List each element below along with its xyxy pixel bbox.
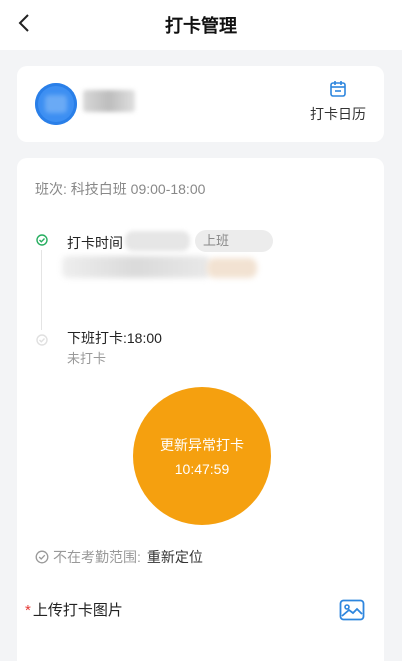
check-circle-icon — [36, 234, 48, 246]
checkin-status-redacted — [207, 258, 257, 278]
check-circle-icon — [35, 550, 49, 564]
upload-label: 上传打卡图片 — [32, 602, 123, 619]
checkin-tag: 上班 — [195, 230, 273, 252]
calendar-icon — [330, 81, 346, 97]
checkin-location-redacted — [62, 256, 210, 278]
checkout-title: 下班打卡:18:00 — [67, 330, 162, 346]
calendar-button[interactable]: 打卡日历 — [306, 80, 370, 126]
checkout-status: 未打卡 — [67, 351, 107, 366]
image-upload-icon[interactable] — [339, 599, 365, 621]
profile-card: 打卡日历 — [17, 66, 384, 142]
punch-button-label: 更新异常打卡 — [160, 437, 244, 453]
checkin-label: 打卡时间 — [67, 235, 123, 251]
attendance-card: 班次: 科技白班 09:00-18:00 打卡时间 上班 下班打卡:18:00 … — [17, 158, 384, 661]
user-name-redacted — [83, 90, 135, 112]
shift-info: 班次: 科技白班 09:00-18:00 — [35, 181, 206, 197]
calendar-label: 打卡日历 — [310, 106, 366, 122]
page-title: 打卡管理 — [165, 16, 237, 36]
punch-button-time: 10:47:59 — [174, 461, 230, 477]
checkin-time-redacted — [125, 231, 190, 251]
required-mark: * — [25, 602, 31, 619]
back-button[interactable] — [10, 9, 38, 37]
pending-circle-icon — [36, 334, 48, 346]
back-icon — [18, 14, 29, 32]
punch-button[interactable]: 更新异常打卡 10:47:59 — [133, 387, 271, 525]
avatar — [35, 83, 77, 125]
top-bar: 打卡管理 — [0, 0, 402, 50]
relocate-link[interactable]: 重新定位 — [147, 547, 203, 567]
location-row: 不在考勤范围: 重新定位 — [35, 547, 203, 567]
upload-label-row: * 上传打卡图片 — [25, 599, 123, 620]
location-status: 不在考勤范围: — [53, 549, 141, 565]
timeline-line — [41, 250, 42, 330]
